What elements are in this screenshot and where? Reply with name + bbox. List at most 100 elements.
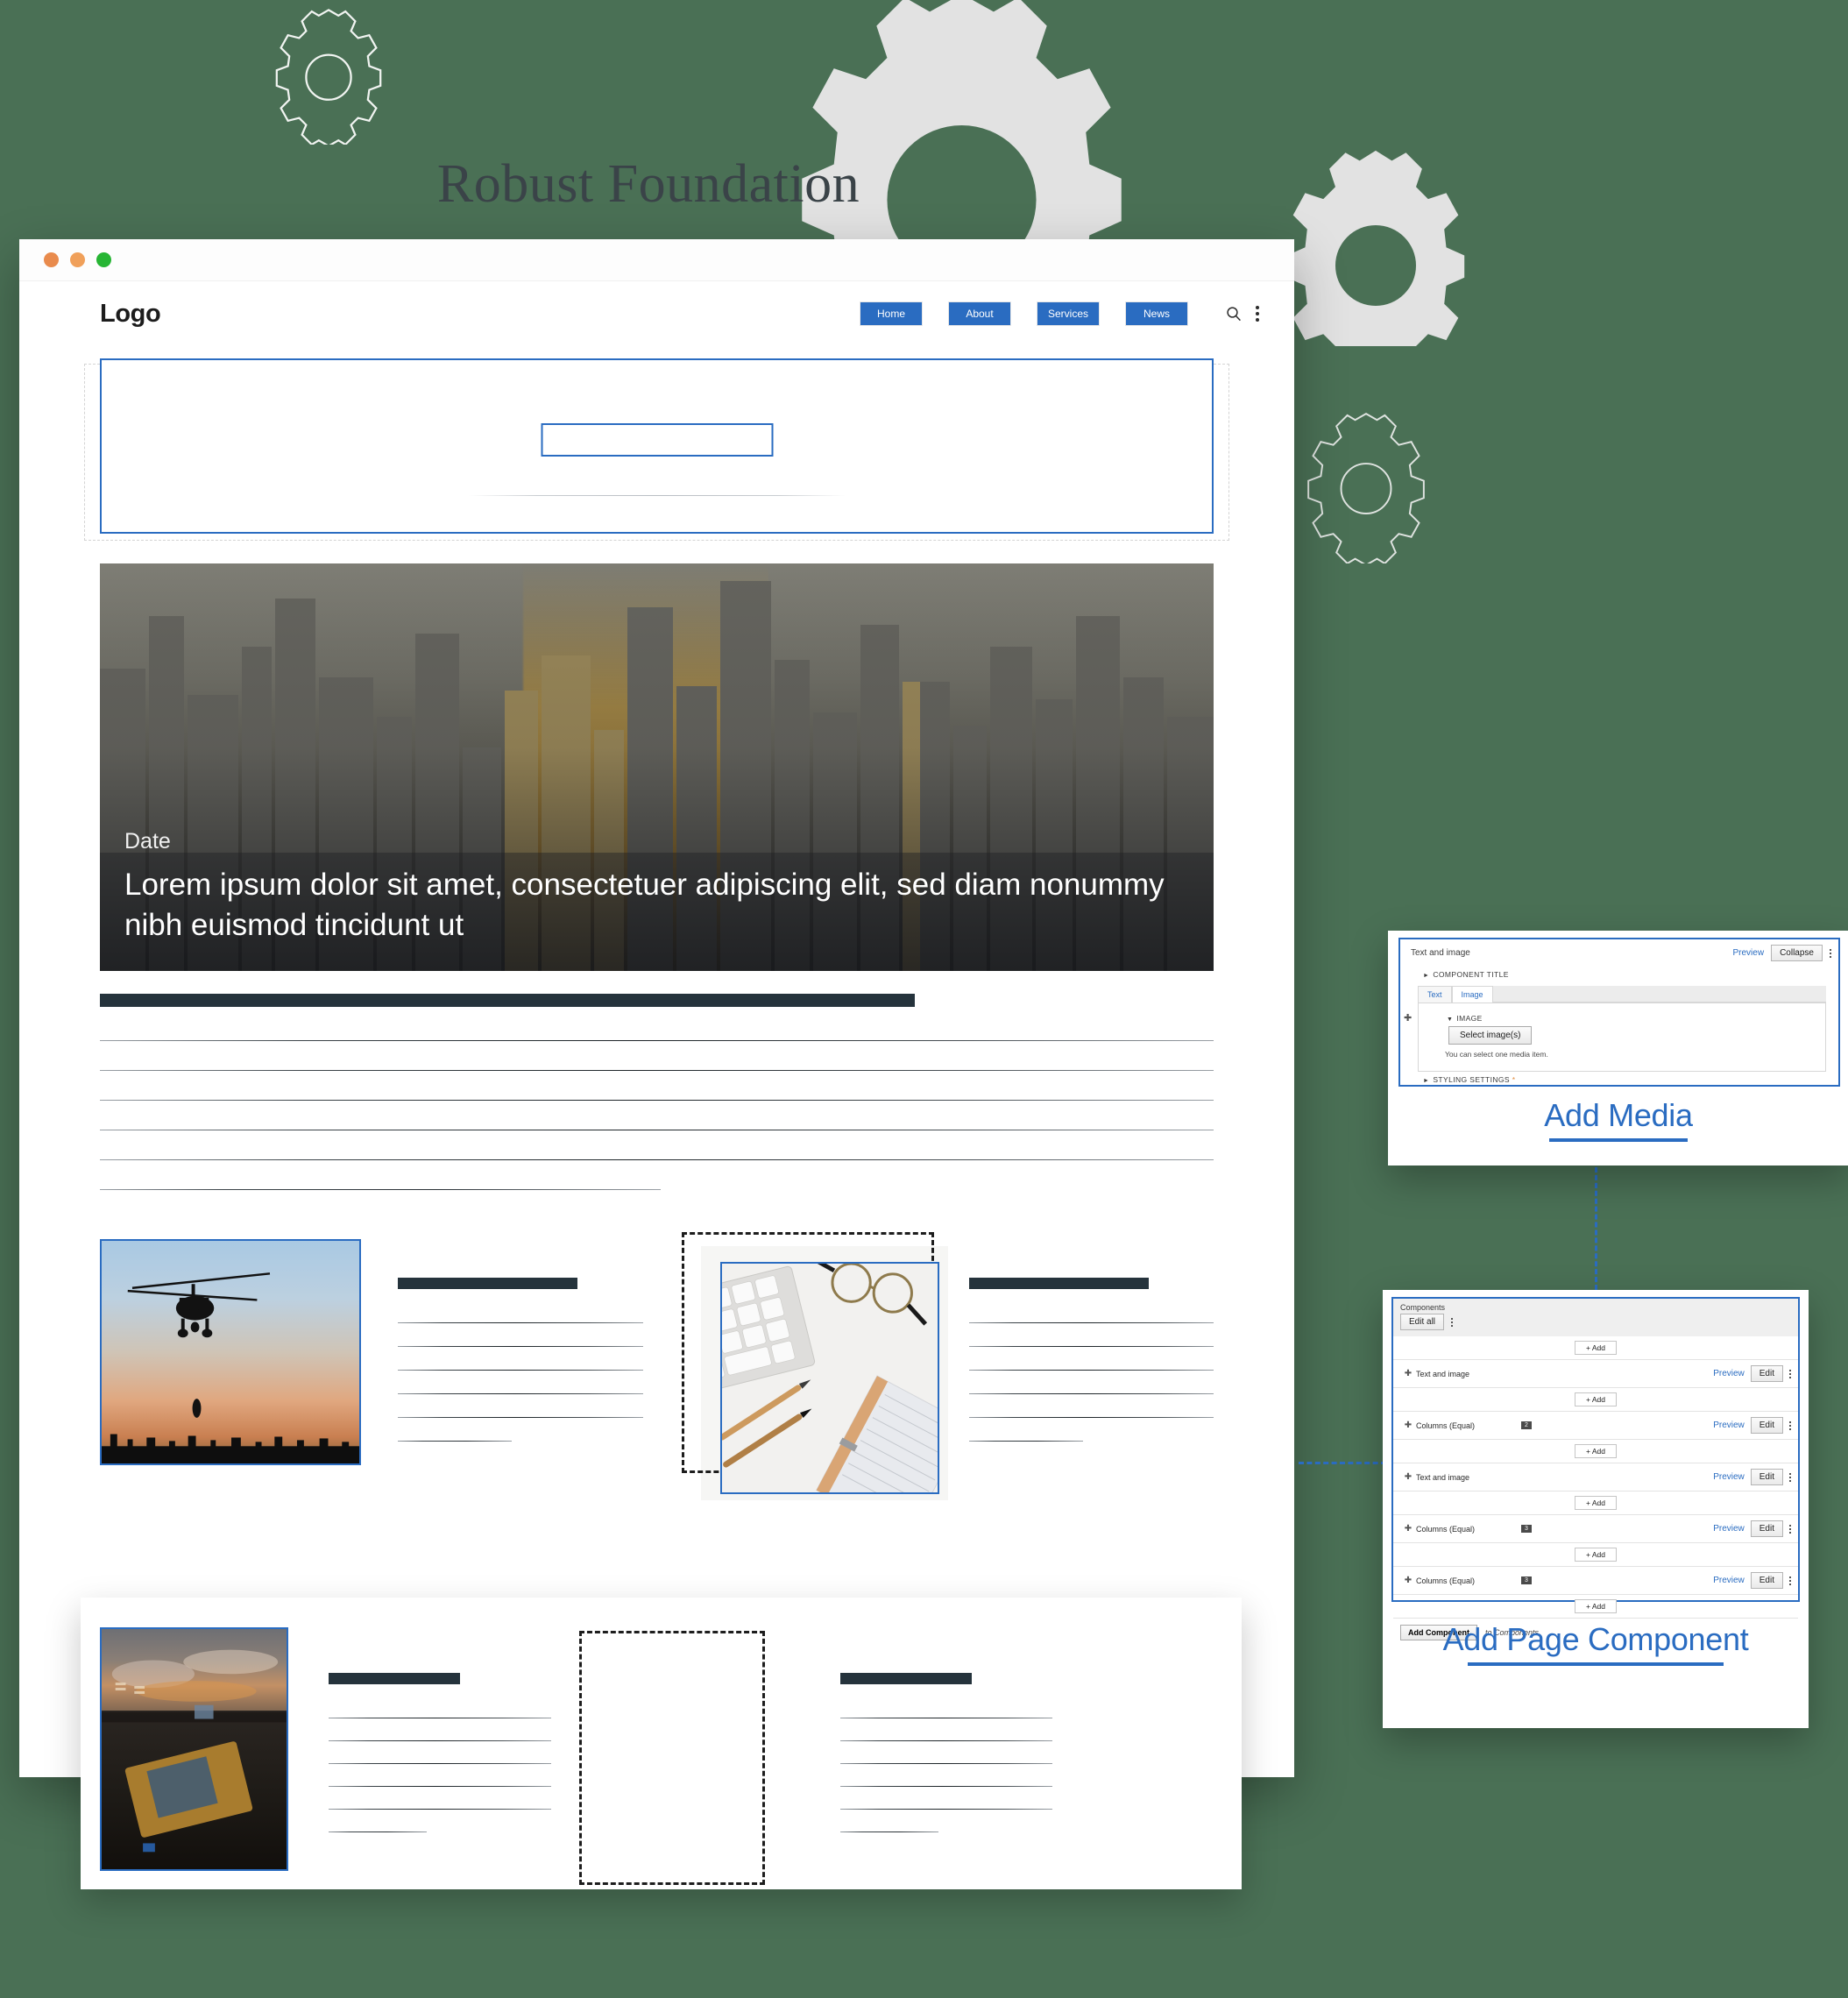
empty-dropzone-column[interactable] <box>570 1627 789 1885</box>
site-logo[interactable]: Logo <box>100 300 161 329</box>
kebab-menu-icon[interactable] <box>1789 1421 1791 1430</box>
dropzone-inner-placeholder[interactable] <box>541 423 773 457</box>
editor-header: Text and image Preview Collapse <box>1400 939 1838 967</box>
text-line <box>968 1441 1083 1442</box>
preview-link[interactable]: Preview <box>1713 1421 1745 1430</box>
add-row[interactable]: + Add <box>1393 1336 1798 1360</box>
drag-handle-icon[interactable]: ✚ <box>1400 1421 1416 1430</box>
add-row[interactable]: + Add <box>1393 1543 1798 1567</box>
add-row[interactable]: + Add <box>1393 1491 1798 1515</box>
styling-settings-section[interactable]: ► STYLING SETTINGS * <box>1400 1072 1838 1088</box>
add-button[interactable]: + Add <box>1575 1496 1617 1510</box>
kebab-menu-icon[interactable] <box>1789 1524 1791 1534</box>
column-heading-placeholder <box>329 1673 460 1684</box>
site-header: Logo Home About Services News <box>19 281 1294 346</box>
preview-link[interactable]: Preview <box>1713 1369 1745 1378</box>
nav-item-news[interactable]: News <box>1125 301 1188 326</box>
component-row[interactable]: ✚ Columns (Equal) 3 Preview Edit <box>1393 1567 1798 1595</box>
edit-all-button[interactable]: Edit all <box>1400 1314 1445 1330</box>
hero-banner[interactable]: Date Lorem ipsum dolor sit amet, consect… <box>100 563 1214 971</box>
preview-link[interactable]: Preview <box>1713 1576 1745 1585</box>
window-maximize-button[interactable] <box>96 252 111 267</box>
kebab-menu-icon[interactable] <box>1789 1369 1791 1378</box>
add-media-cta[interactable]: Add Media <box>1388 1097 1848 1142</box>
component-label: Text and image <box>1411 948 1470 958</box>
nav-item-services[interactable]: Services <box>1037 301 1100 326</box>
tab-image[interactable]: Image <box>1451 986 1493 1003</box>
add-row[interactable]: + Add <box>1393 1388 1798 1412</box>
tennis-stadium-image[interactable] <box>100 1627 288 1871</box>
component-row[interactable]: ✚ Columns (Equal) 2 Preview Edit <box>1393 1412 1798 1440</box>
components-list-header: Components Edit all <box>1393 1299 1798 1336</box>
preview-link[interactable]: Preview <box>1733 948 1765 958</box>
column-text-lines <box>329 1718 551 1832</box>
main-nav: Home About Services News <box>860 301 1259 326</box>
drag-handle-icon[interactable]: ✚ <box>1400 1369 1416 1378</box>
tab-text[interactable]: Text <box>1418 986 1452 1003</box>
two-column-text-right <box>953 1239 1214 1464</box>
add-row[interactable]: + Add <box>1393 1595 1798 1619</box>
nav-item-home[interactable]: Home <box>860 301 923 326</box>
preview-link[interactable]: Preview <box>1713 1472 1745 1482</box>
edit-button[interactable]: Edit <box>1750 1469 1783 1485</box>
edit-button[interactable]: Edit <box>1750 1520 1783 1537</box>
text-line <box>840 1809 1052 1810</box>
add-button[interactable]: + Add <box>1575 1548 1617 1562</box>
window-minimize-button[interactable] <box>70 252 85 267</box>
gear-outline-icon-2 <box>1288 407 1444 563</box>
helicopter-image[interactable] <box>100 1239 361 1465</box>
editor-tabs: Text Image <box>1418 986 1826 1003</box>
cta-underline <box>1468 1662 1724 1666</box>
hero-title: Lorem ipsum dolor sit amet, consectetuer… <box>124 867 1165 943</box>
text-line <box>840 1786 1052 1787</box>
kebab-menu-icon[interactable] <box>1256 306 1259 322</box>
edit-button[interactable]: Edit <box>1750 1572 1783 1589</box>
select-images-button[interactable]: Select image(s) <box>1448 1026 1533 1045</box>
hero-dropzone[interactable] <box>84 358 1229 541</box>
styling-settings-label: STYLING SETTINGS <box>1433 1075 1510 1084</box>
kebab-menu-icon[interactable] <box>1789 1576 1791 1585</box>
component-row[interactable]: ✚ Text and image Preview Edit <box>1393 1463 1798 1491</box>
nav-item-about[interactable]: About <box>948 301 1011 326</box>
drag-handle-icon[interactable]: ✚ <box>1400 1524 1416 1534</box>
drag-handle-icon[interactable]: ✚ <box>1400 1472 1416 1482</box>
component-title-section[interactable]: ► COMPONENT TITLE <box>1400 967 1838 982</box>
text-line <box>100 1070 1214 1071</box>
text-line <box>329 1809 551 1810</box>
add-button[interactable]: + Add <box>1575 1392 1617 1406</box>
article-text-lines <box>100 1040 1214 1190</box>
column-count-badge: 3 <box>1521 1576 1532 1584</box>
edit-button[interactable]: Edit <box>1750 1417 1783 1434</box>
connector-horizontal <box>1299 1462 1386 1464</box>
add-button[interactable]: + Add <box>1575 1444 1617 1458</box>
text-line <box>329 1763 551 1764</box>
collapse-button[interactable]: Collapse <box>1771 945 1823 961</box>
kebab-menu-icon[interactable] <box>1830 948 1831 958</box>
preview-link[interactable]: Preview <box>1713 1524 1745 1534</box>
gear-filled-icon-2 <box>1275 145 1476 346</box>
component-row[interactable]: ✚ Text and image Preview Edit <box>1393 1360 1798 1388</box>
search-icon[interactable] <box>1226 306 1242 322</box>
component-name: Columns (Equal) <box>1416 1421 1476 1430</box>
add-page-component-cta[interactable]: Add Page Component <box>1383 1621 1809 1666</box>
edit-button[interactable]: Edit <box>1750 1365 1783 1382</box>
column-count-badge: 2 <box>1521 1421 1532 1429</box>
text-line <box>968 1346 1214 1347</box>
add-row[interactable]: + Add <box>1393 1440 1798 1463</box>
kebab-menu-icon[interactable] <box>1789 1472 1791 1482</box>
drag-handle-icon[interactable]: ✚ <box>1400 1576 1416 1585</box>
kebab-menu-icon[interactable] <box>1451 1317 1454 1327</box>
add-media-label: Add Media <box>1544 1097 1693 1133</box>
add-button[interactable]: + Add <box>1575 1599 1617 1613</box>
component-row[interactable]: ✚ Columns (Equal) 3 Preview Edit <box>1393 1515 1798 1543</box>
required-marker: * <box>1512 1075 1516 1084</box>
text-line <box>968 1322 1214 1323</box>
window-close-button[interactable] <box>44 252 59 267</box>
desk-keyboard-image[interactable] <box>719 1262 939 1494</box>
image-section-toggle[interactable]: ▼ IMAGE <box>1419 1010 1825 1026</box>
drag-handle-icon[interactable]: ✚ <box>1404 1012 1412 1024</box>
text-line <box>398 1417 643 1418</box>
text-line <box>100 1189 661 1190</box>
text-line <box>398 1346 643 1347</box>
add-button[interactable]: + Add <box>1575 1341 1617 1355</box>
